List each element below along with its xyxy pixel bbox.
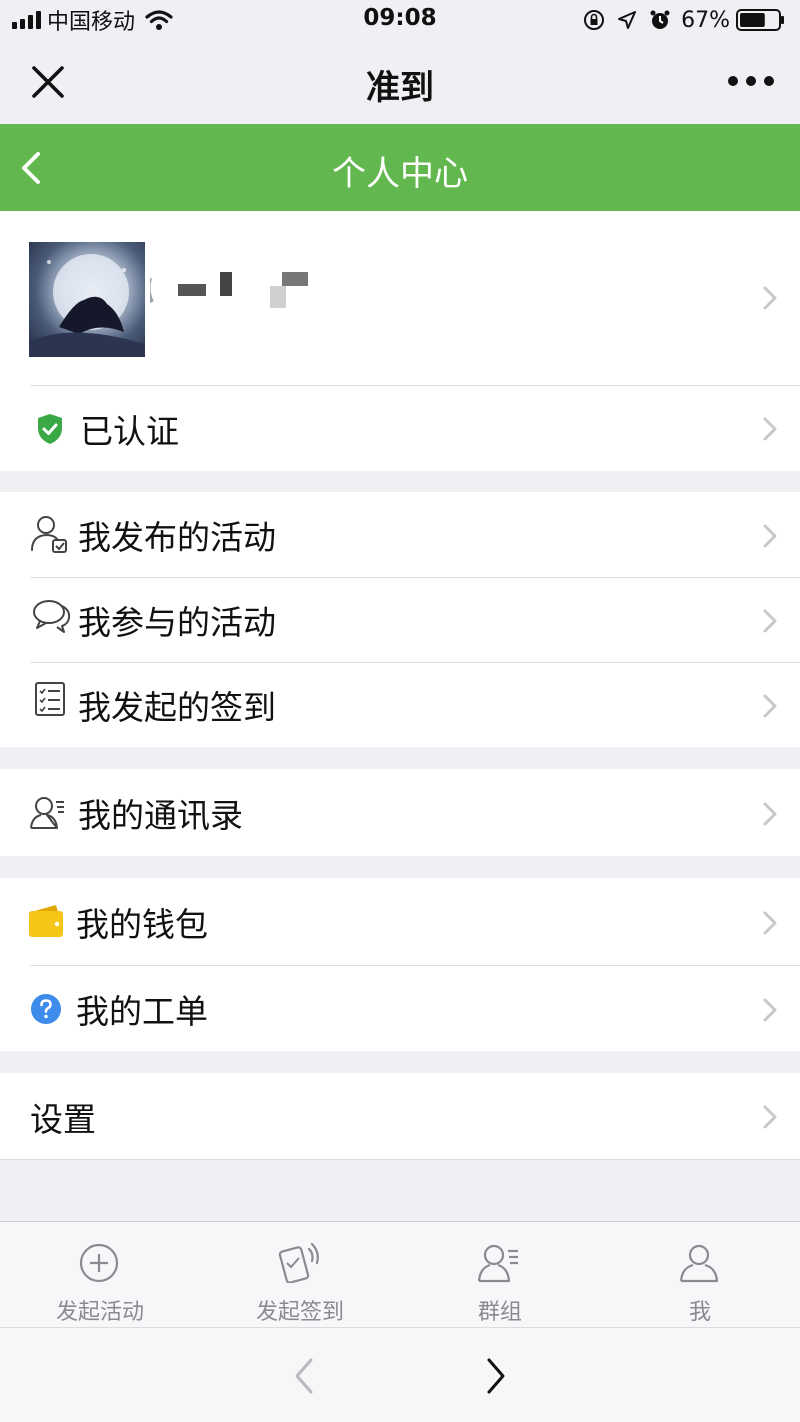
menu-label: 我的通讯录 — [78, 795, 243, 835]
rotation-lock-icon — [584, 10, 605, 30]
chat-bubbles-icon — [33, 600, 71, 633]
menu-item-wallet[interactable]: 我的钱包 — [0, 878, 800, 965]
tab-bar: 发起活动 发起签到 群组 我 — [0, 1221, 800, 1327]
menu-label: 我的工单 — [76, 991, 208, 1031]
browser-nav-bar — [0, 1327, 800, 1422]
tab-launch-checkin[interactable]: 发起签到 — [200, 1222, 400, 1328]
menu-label: 我的钱包 — [76, 904, 208, 944]
contacts-icon — [30, 797, 64, 829]
phone-checkin-icon — [278, 1242, 319, 1283]
menu-item-tickets[interactable]: 我的工单 — [0, 966, 800, 1051]
page-title: 个人中心 — [332, 154, 468, 194]
menu-label: 设置 — [30, 1099, 96, 1139]
menu-label: 我发布的活动 — [78, 517, 276, 557]
menu-label: 我发起的签到 — [78, 688, 276, 727]
battery-icon — [736, 9, 784, 31]
browser-forward-icon[interactable] — [484, 1357, 508, 1395]
nav-title: 准到 — [366, 68, 434, 108]
chevron-right-icon — [763, 609, 777, 633]
avatar[interactable] — [29, 242, 145, 357]
checklist-icon — [35, 682, 65, 716]
person-icon — [679, 1244, 719, 1283]
tab-label: 发起活动 — [55, 1300, 144, 1325]
wallet-icon — [29, 905, 63, 937]
nav-bar: 准到 — [0, 40, 800, 124]
person-check-icon — [31, 516, 67, 553]
menu-item-joined-activities[interactable]: 我参与的活动 — [0, 578, 800, 662]
avatar-image — [29, 254, 145, 357]
tab-me[interactable]: 我 — [600, 1222, 800, 1328]
location-icon — [618, 11, 637, 29]
chevron-right-icon — [763, 1105, 777, 1129]
tab-label: 群组 — [477, 1300, 522, 1325]
alarm-icon — [650, 10, 670, 29]
menu-item-initiated-checkins[interactable]: 我发起的签到 — [0, 663, 800, 747]
tab-launch-activity[interactable]: 发起活动 — [0, 1222, 200, 1328]
username-redacted — [150, 272, 308, 308]
menu-label: 我参与的活动 — [78, 603, 276, 642]
plus-circle-icon — [79, 1243, 119, 1283]
tab-label: 我 — [688, 1300, 711, 1325]
verified-row[interactable]: 已认证 — [0, 386, 800, 471]
more-icon[interactable] — [728, 74, 774, 88]
chevron-right-icon — [763, 998, 777, 1022]
menu-item-settings[interactable]: 设置 — [0, 1073, 800, 1160]
verified-label: 已认证 — [80, 411, 179, 451]
help-circle-icon — [31, 994, 61, 1024]
chevron-right-icon — [763, 524, 777, 548]
chevron-right-icon — [763, 694, 777, 718]
chevron-right-icon — [763, 802, 777, 826]
page-header: 个人中心 — [0, 124, 800, 211]
shield-check-icon — [38, 414, 62, 444]
menu-item-contacts[interactable]: 我的通讯录 — [0, 769, 800, 856]
status-right: 67% — [583, 6, 786, 34]
browser-back-icon[interactable] — [292, 1357, 316, 1395]
tab-label: 发起签到 — [255, 1300, 344, 1325]
chevron-right-icon — [763, 286, 777, 310]
tab-groups[interactable]: 群组 — [400, 1222, 600, 1328]
battery-percent: 67% — [681, 7, 730, 33]
chevron-right-icon — [763, 417, 777, 441]
contacts-icon — [478, 1244, 518, 1283]
menu-item-published-activities[interactable]: 我发布的活动 — [0, 492, 800, 577]
chevron-right-icon — [763, 911, 777, 935]
status-bar: 中国移动 09:08 67% — [0, 0, 800, 40]
